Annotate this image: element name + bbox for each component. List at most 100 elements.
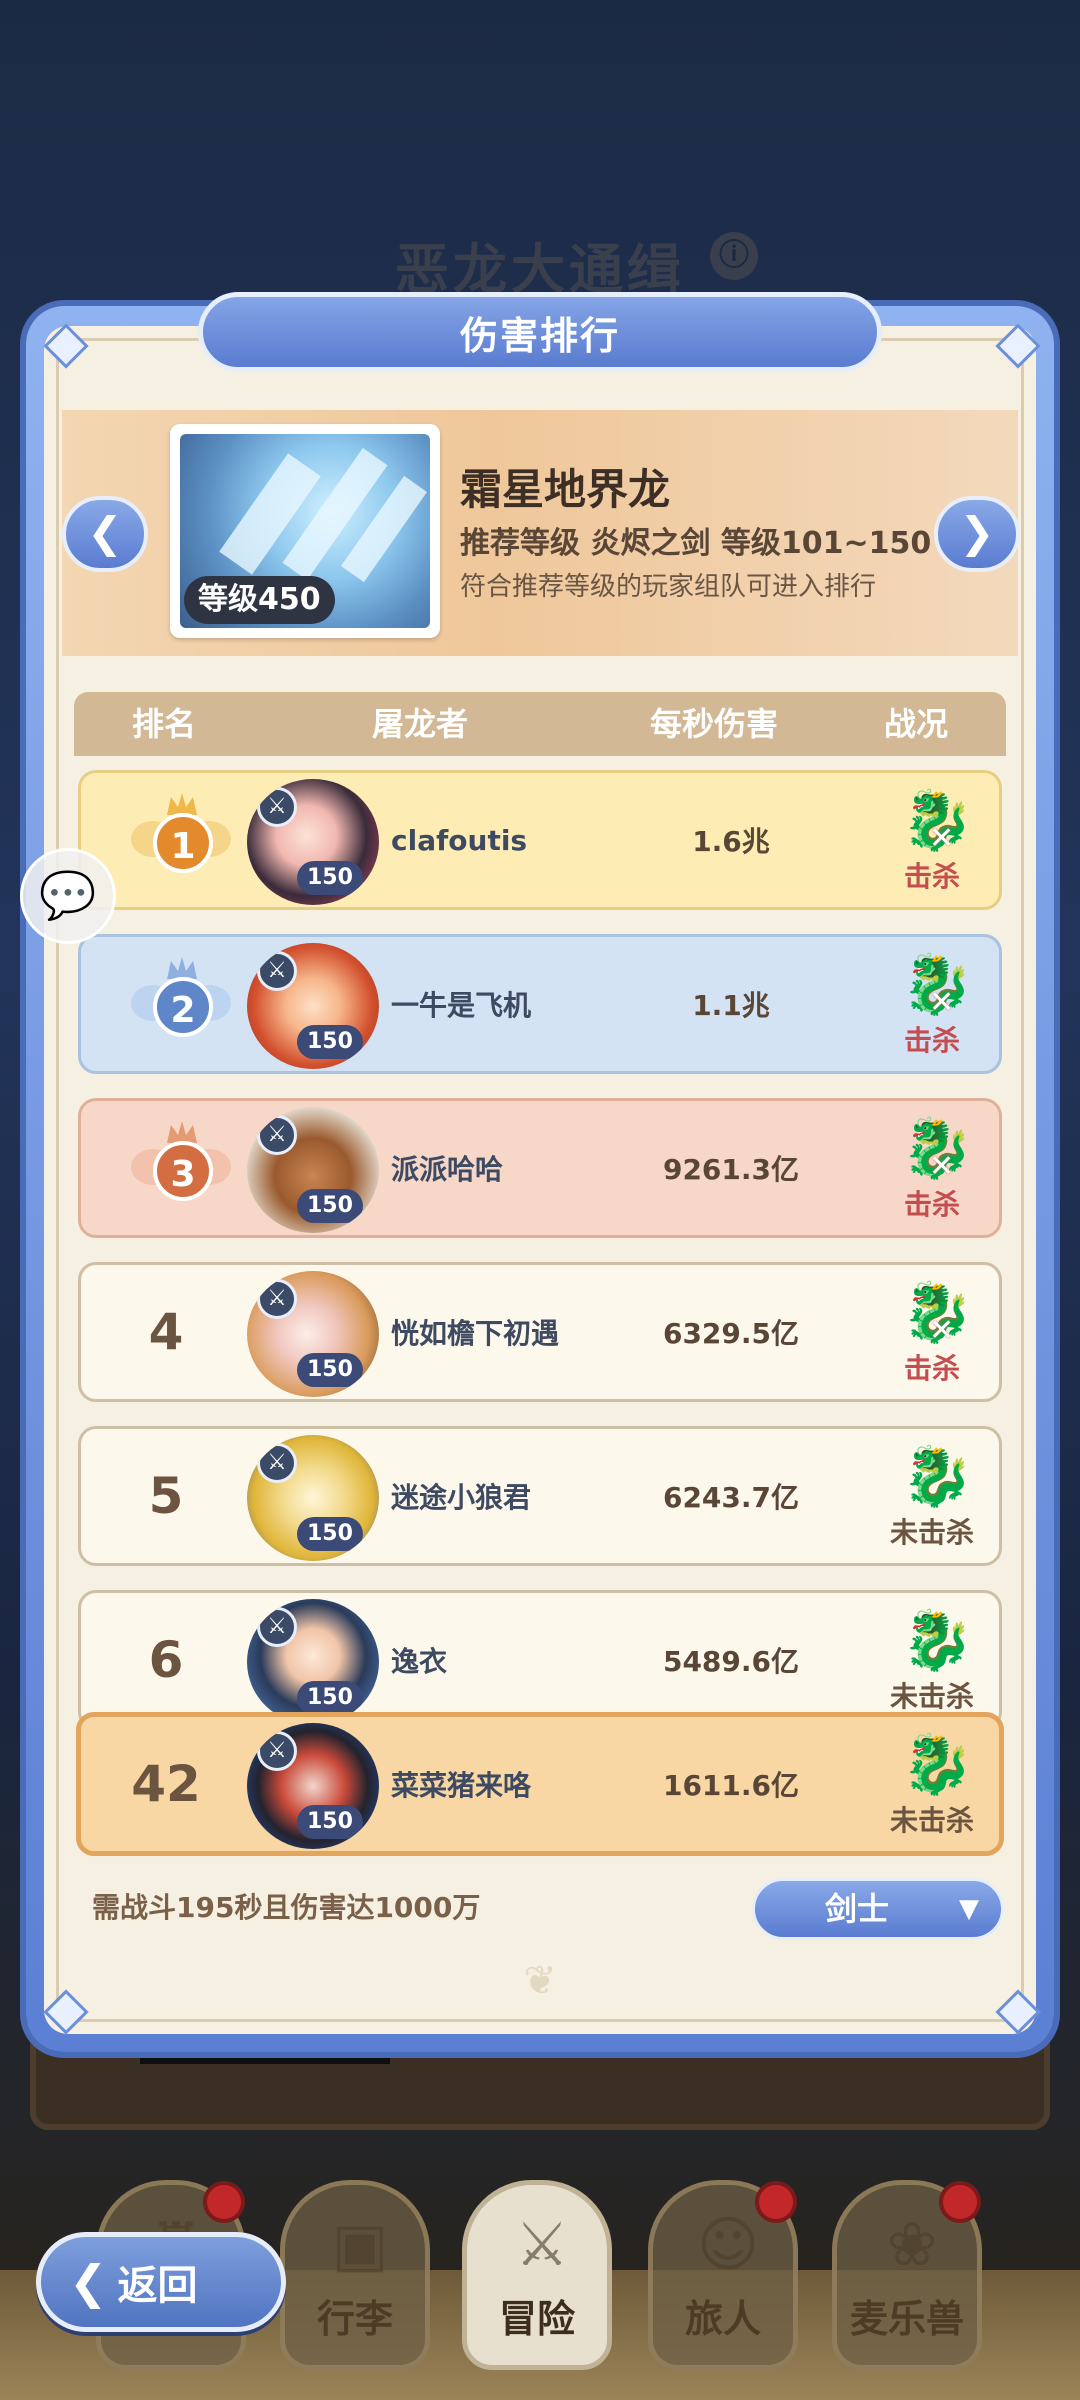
battle-status: 🐉 未击杀 — [867, 1593, 997, 1727]
status-label: 击杀 — [903, 1352, 960, 1385]
table-row[interactable]: 4 ⚔ 150 恍如檐下初遇 6329.5亿 🐉 ✕ 击杀 — [78, 1262, 1002, 1402]
tab-pet[interactable]: ❀ 麦乐兽 — [832, 2180, 982, 2370]
battle-status: 🐉 ✕ 击杀 — [867, 773, 997, 907]
header-slayer: 屠龙者 — [372, 705, 469, 743]
battle-status: 🐉 ✕ 击杀 — [867, 1101, 997, 1235]
battle-status: 🐉 ✕ 击杀 — [867, 937, 997, 1071]
crossed-swords-icon: ⚔ — [515, 2210, 569, 2280]
info-icon[interactable]: ⓘ — [710, 232, 758, 280]
player-avatar[interactable]: ⚔ 150 — [247, 779, 379, 905]
boss-ranking-note: 符合推荐等级的玩家组队可进入排行 — [460, 572, 877, 602]
header-status: 战况 — [884, 705, 949, 743]
backpack-icon: ▣ — [331, 2210, 389, 2280]
battle-status: 🐉 ✕ 击杀 — [867, 1265, 997, 1399]
rank-number: 4 — [148, 1303, 184, 1361]
status-label: 击杀 — [903, 1024, 960, 1057]
modal-title: 伤害排行 — [198, 292, 882, 372]
player-avatar[interactable]: ⚔ 150 — [247, 1107, 379, 1233]
tab-label: 麦乐兽 — [849, 2297, 964, 2341]
player-name: 派派哈哈 — [391, 1153, 504, 1186]
prev-boss-button[interactable]: ❮ — [62, 496, 148, 572]
tab-label: 冒险 — [498, 2297, 575, 2341]
status-label: 未击杀 — [889, 1804, 974, 1837]
player-name: 逸衣 — [391, 1645, 448, 1678]
boss-level-badge: 等级450 — [184, 576, 335, 624]
cross-mark-icon: ✕ — [929, 1149, 955, 1184]
notification-dot — [755, 2181, 797, 2223]
player-avatar[interactable]: ⚔ 150 — [247, 1599, 379, 1725]
ranking-requirement: 需战斗195秒且伤害达1000万 — [92, 1891, 481, 1924]
player-name: clafoutis — [391, 823, 528, 857]
player-level: 150 — [297, 1353, 363, 1387]
chevron-right-icon: ❯ — [959, 508, 995, 557]
battle-status: 🐉 未击杀 — [867, 1717, 997, 1851]
battle-status: 🐉 未击杀 — [867, 1429, 997, 1563]
sword-class-icon: ⚔ — [257, 1731, 297, 1771]
gold-medal-icon: 1 — [131, 793, 231, 893]
player-avatar[interactable]: ⚔ 150 — [247, 1271, 379, 1397]
ranking-list[interactable]: 1 ⚔ 150 clafoutis 1.6兆 🐉 ✕ 击杀 2 ⚔ 150 一牛… — [74, 764, 1006, 1856]
player-avatar[interactable]: ⚔ 150 — [247, 1723, 379, 1849]
table-row[interactable]: 5 ⚔ 150 迷途小狼君 6243.7亿 🐉 未击杀 — [78, 1426, 1002, 1566]
class-filter-value: 剑士 — [825, 1890, 890, 1928]
player-name: 一牛是飞机 — [391, 989, 532, 1022]
rank-number: 5 — [148, 1467, 184, 1525]
header-rank: 排名 — [132, 705, 197, 743]
tab-traveler[interactable]: ☺ 旅人 — [648, 2180, 798, 2370]
tab-label: 行李 — [316, 2297, 393, 2341]
sword-class-icon: ⚔ — [257, 787, 297, 827]
sword-class-icon: ⚔ — [257, 1443, 297, 1483]
player-avatar[interactable]: ⚔ 150 — [247, 943, 379, 1069]
table-row[interactable]: 2 ⚔ 150 一牛是飞机 1.1兆 🐉 ✕ 击杀 — [78, 934, 1002, 1074]
cross-mark-icon: ✕ — [929, 821, 955, 856]
dropdown-arrow-icon: ▼ — [959, 1894, 979, 1924]
player-dps: 9261.3亿 — [662, 1153, 800, 1186]
back-button-label: 返回 — [117, 2263, 198, 2309]
chat-bubble-icon[interactable]: 💬 — [20, 848, 116, 944]
player-name: 迷途小狼君 — [391, 1481, 532, 1514]
player-dps: 5489.6亿 — [662, 1645, 800, 1678]
dragon-alive-icon: 🐉 — [901, 1442, 974, 1510]
sword-class-icon: ⚔ — [257, 1607, 297, 1647]
status-label: 击杀 — [903, 1188, 960, 1221]
player-level: 150 — [297, 1517, 363, 1551]
cat-emblem-icon: ❦ — [523, 1958, 557, 2004]
table-row[interactable]: 6 ⚔ 150 逸衣 5489.6亿 🐉 未击杀 — [78, 1590, 1002, 1730]
player-level: 150 — [297, 861, 363, 895]
dragon-alive-icon: 🐉 — [901, 1730, 974, 1798]
back-button[interactable]: ❮ 返回 — [36, 2232, 286, 2332]
self-ranking-row[interactable]: 42 ⚔ 150 菜菜猪来咯 1611.6亿 🐉 未击杀 — [76, 1712, 1004, 1856]
player-dps: 1.1兆 — [692, 989, 770, 1022]
player-dps: 1611.6亿 — [662, 1769, 800, 1802]
tab-label: 旅人 — [684, 2297, 761, 2341]
tab-luggage[interactable]: ▣ 行李 — [280, 2180, 430, 2370]
table-row[interactable]: 3 ⚔ 150 派派哈哈 9261.3亿 🐉 ✕ 击杀 — [78, 1098, 1002, 1238]
traveler-icon: ☺ — [696, 2210, 760, 2280]
chevron-left-icon: ❮ — [69, 2255, 108, 2309]
status-label: 未击杀 — [889, 1680, 974, 1713]
notification-dot — [939, 2181, 981, 2223]
ranking-table-header: 排名 屠龙者 每秒伤害 战况 — [74, 692, 1006, 756]
table-row[interactable]: 1 ⚔ 150 clafoutis 1.6兆 🐉 ✕ 击杀 — [78, 770, 1002, 910]
status-label: 击杀 — [903, 860, 960, 893]
sword-class-icon: ⚔ — [257, 1115, 297, 1155]
player-level: 150 — [297, 1681, 363, 1715]
class-filter-select[interactable]: 剑士 ▼ — [752, 1878, 1004, 1940]
sword-class-icon: ⚔ — [257, 1279, 297, 1319]
silver-medal-icon: 2 — [131, 957, 231, 1057]
status-label: 未击杀 — [889, 1516, 974, 1549]
sword-class-icon: ⚔ — [257, 951, 297, 991]
tab-adventure[interactable]: ⚔ 冒险 — [462, 2180, 612, 2370]
player-level: 150 — [297, 1189, 363, 1223]
cross-mark-icon: ✕ — [929, 985, 955, 1020]
player-dps: 1.6兆 — [692, 825, 770, 858]
dragon-alive-icon: 🐉 — [901, 1606, 974, 1674]
player-dps: 6329.5亿 — [662, 1317, 800, 1350]
player-avatar[interactable]: ⚔ 150 — [247, 1435, 379, 1561]
rank-number: 6 — [148, 1631, 184, 1689]
next-boss-button[interactable]: ❯ — [934, 496, 1020, 572]
player-name: 菜菜猪来咯 — [391, 1769, 532, 1802]
cross-mark-icon: ✕ — [929, 1313, 955, 1348]
bronze-medal-icon: 3 — [131, 1121, 231, 1221]
notification-dot — [203, 2181, 245, 2223]
